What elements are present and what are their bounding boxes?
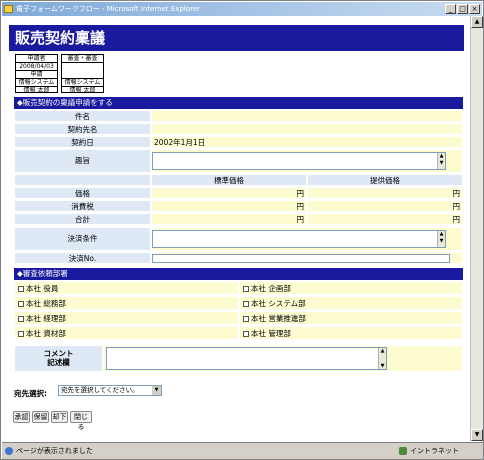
intranet-icon (399, 447, 407, 455)
settle-cond-scrollbar[interactable]: ▲ ▼ (437, 231, 445, 247)
reviewer-name: 情報 太郎 (69, 87, 96, 94)
dept-checkbox-l2[interactable]: 本社 総務部 (14, 296, 239, 310)
settle-cond-textarea[interactable]: ▲ ▼ (152, 230, 446, 248)
reject-button[interactable]: 却下 (51, 411, 68, 423)
scroll-down-icon[interactable]: ▼ (438, 238, 445, 245)
minimize-button[interactable]: _ (445, 4, 456, 14)
checkbox-icon[interactable] (18, 331, 24, 337)
comment-label: コメント 記述欄 (14, 345, 103, 372)
dept-checkbox-r2[interactable]: 本社 システム部 (239, 296, 463, 310)
scroll-up-icon[interactable]: ▲ (471, 16, 483, 28)
reviewer-header: 審査・審査 (62, 55, 103, 63)
comment-scrollbar[interactable]: ▲ ▼ (378, 348, 386, 369)
label-total: 合計 (14, 213, 151, 225)
checkbox-icon[interactable] (18, 301, 24, 307)
page-icon (5, 447, 13, 455)
checkbox-icon[interactable] (243, 301, 249, 307)
settle-cond-cell: ▲ ▼ (151, 227, 463, 251)
reviewer-stamp: 審査・審査 情報システム 情報 太郎 (61, 54, 104, 94)
dept-checkbox-l4[interactable]: 本社 資材部 (14, 326, 239, 340)
dept-checkbox-l1[interactable]: 本社 役員 (14, 281, 239, 295)
offer-price-field[interactable]: 円 (307, 187, 463, 199)
scroll-up-icon[interactable]: ▲ (438, 153, 445, 160)
subject-field[interactable] (151, 110, 463, 122)
page-content: 販売契約稟議 申請者 2008/04/03 申請 情報システム 情報 太郎 審査… (2, 16, 470, 441)
applicant-header: 申請者 (16, 55, 57, 63)
dept-checkbox-r1[interactable]: 本社 企画部 (239, 281, 463, 295)
ie-icon (4, 5, 13, 13)
checkbox-icon[interactable] (243, 331, 249, 337)
label-purpose: 趣旨 (14, 149, 151, 173)
purpose-cell: ▲ ▼ (151, 149, 463, 173)
label-subject: 件名 (14, 110, 151, 122)
checkbox-icon[interactable] (243, 286, 249, 292)
applicant-name: 情報 太郎 (23, 87, 50, 94)
checkbox-icon[interactable] (18, 286, 24, 292)
label-std-price: 標準価格 (151, 174, 307, 186)
contract-date-value: 2002年1月1日 (151, 136, 463, 148)
offer-tax-field[interactable]: 円 (307, 200, 463, 212)
settle-no-input[interactable] (152, 254, 450, 263)
scroll-up-icon[interactable]: ▲ (379, 348, 386, 355)
section-review-depts: ◆審査依頼部署 (14, 268, 463, 280)
price-header-blank (14, 174, 151, 186)
dept-checkbox-l3[interactable]: 本社 経理部 (14, 311, 239, 325)
dept-checkbox-r4[interactable]: 本社 管理部 (239, 326, 463, 340)
label-partner: 契約先名 (14, 123, 151, 135)
offer-total-field[interactable]: 円 (307, 213, 463, 225)
close-window-button[interactable]: × (469, 4, 480, 14)
applicant-date: 2008/04/03 (16, 63, 57, 71)
applicant-stamp: 申請者 2008/04/03 申請 情報システム 情報 太郎 (15, 54, 58, 94)
section-apply: ◆販売契約の稟議申請をする (14, 97, 463, 109)
hold-button[interactable]: 保留 (32, 411, 49, 423)
checkbox-icon[interactable] (18, 316, 24, 322)
settle-no-cell (151, 252, 463, 264)
scroll-up-icon[interactable]: ▲ (438, 231, 445, 238)
comment-textarea[interactable]: ▲ ▼ (106, 347, 387, 370)
dest-label: 宛先選択: (14, 389, 47, 398)
status-bar: ページが表示されました イントラネット (2, 442, 483, 459)
scroll-down-icon[interactable]: ▼ (379, 363, 386, 370)
page-title: 販売契約稟議 (9, 25, 464, 51)
partner-field[interactable] (151, 123, 463, 135)
scroll-down-icon[interactable]: ▼ (438, 160, 445, 167)
label-contract-date: 契約日 (14, 136, 151, 148)
approve-button[interactable]: 承認 (13, 411, 30, 423)
std-total-field[interactable]: 円 (151, 213, 307, 225)
std-tax-field[interactable]: 円 (151, 200, 307, 212)
zone-text: イントラネット (410, 447, 459, 455)
dept-checkbox-r3[interactable]: 本社 営業推進部 (239, 311, 463, 325)
comment-cell: ▲ ▼ (103, 345, 463, 372)
maximize-button[interactable]: □ (457, 4, 468, 14)
checkbox-icon[interactable] (243, 316, 249, 322)
close-button[interactable]: 閉じる (70, 411, 92, 431)
applicant-dept: 情報システム (16, 79, 57, 87)
label-offer-price: 提供価格 (307, 174, 463, 186)
label-settle-no: 決済No. (14, 252, 151, 264)
page-scrollbar[interactable]: ▲ ▼ (470, 16, 483, 441)
window-title: 電子フォームワークフロー - Microsoft Internet Explor… (16, 5, 201, 13)
label-tax: 消費税 (14, 200, 151, 212)
purpose-textarea[interactable]: ▲ ▼ (152, 152, 446, 170)
purpose-scrollbar[interactable]: ▲ ▼ (437, 153, 445, 169)
reviewer-dept: 情報システム (62, 79, 103, 87)
std-price-field[interactable]: 円 (151, 187, 307, 199)
scroll-down-icon[interactable]: ▼ (471, 429, 483, 441)
label-settle-cond: 決済条件 (14, 227, 151, 251)
label-price: 価格 (14, 187, 151, 199)
dest-select[interactable]: 宛先を選択してください。 ▼ (58, 385, 162, 396)
applicant-action: 申請 (16, 71, 57, 79)
status-text: ページが表示されました (16, 447, 93, 455)
browser-window: 電子フォームワークフロー - Microsoft Internet Explor… (0, 0, 484, 460)
chevron-down-icon[interactable]: ▼ (152, 386, 161, 395)
title-bar: 電子フォームワークフロー - Microsoft Internet Explor… (2, 2, 482, 16)
